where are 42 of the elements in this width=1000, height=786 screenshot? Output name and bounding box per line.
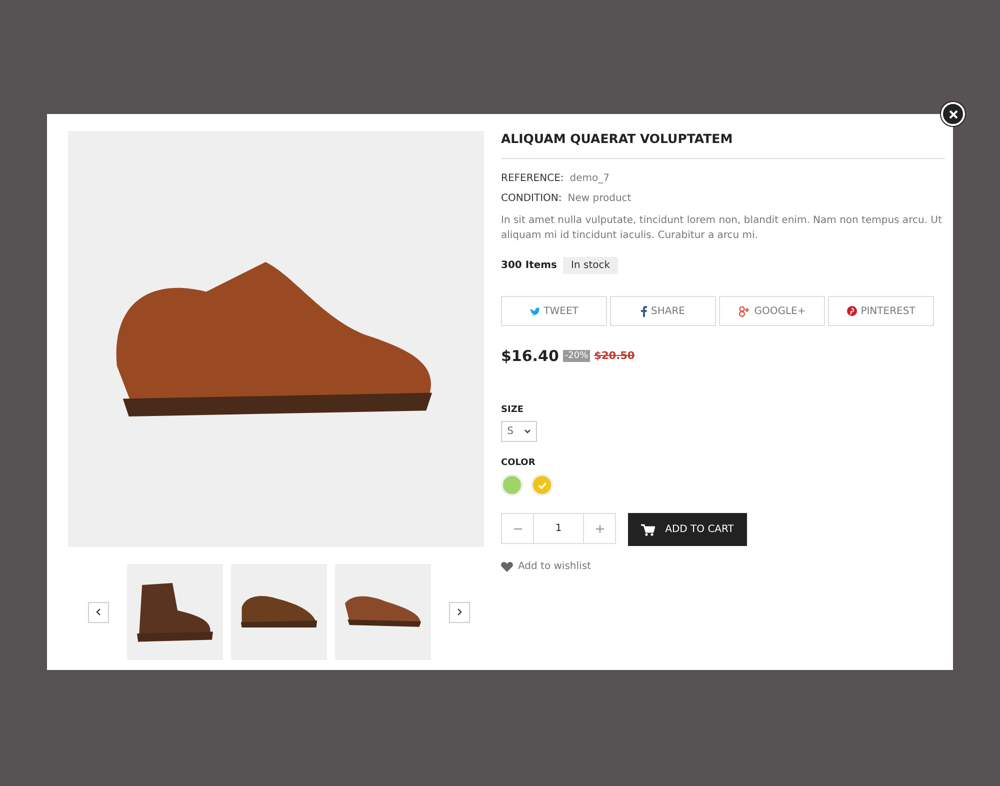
old-price: $20.50: [594, 350, 635, 362]
thumbnail-photo[interactable]: [231, 564, 327, 660]
size-select[interactable]: S: [501, 421, 537, 442]
detail-value: New product: [568, 193, 632, 204]
share-button[interactable]: GOOGLE+: [719, 296, 825, 326]
color-label: COLOR: [501, 458, 536, 468]
close-button[interactable]: [941, 102, 965, 126]
quantity-available: 300 Items: [501, 260, 558, 271]
plus-icon: [596, 524, 604, 532]
share-button[interactable]: PINTEREST: [828, 296, 934, 326]
facebook-icon: [641, 306, 647, 316]
check-icon: [538, 482, 546, 488]
quantity-input[interactable]: 1: [534, 513, 583, 544]
price: $16.40: [501, 347, 559, 365]
next-button[interactable]: [449, 602, 470, 622]
size-label: SIZE: [501, 405, 525, 415]
product-description: In sit amet nulla vulputate, tincidunt lorem non, blandit enim. Nam non tempus arcu. Ut aliquam mi id tincidunt iaculis. Curabitur a arcu mi.: [501, 214, 943, 243]
add-to-cart-button[interactable]: ADD TO CART: [628, 513, 747, 546]
thumbnail-photo[interactable]: [127, 564, 223, 660]
heart-icon: [501, 562, 513, 572]
wishlist-link[interactable]: Add to wishlist: [501, 561, 591, 572]
detail-value: demo_7: [570, 173, 610, 184]
availability-label: In stock: [563, 257, 618, 274]
color-swatch[interactable]: [501, 474, 523, 496]
pinterest-icon: [846, 306, 857, 316]
cart-icon: [641, 524, 656, 536]
chevron-left-icon: [96, 608, 101, 616]
product-title: ALIQUAM QUAERAT VOLUPTATEM: [501, 131, 945, 159]
chevron-down-icon: [524, 429, 531, 434]
previous-button[interactable]: [88, 602, 109, 622]
detail-label: CONDITION:: [501, 193, 562, 204]
bird-icon: [530, 306, 540, 316]
close-icon: [948, 110, 958, 118]
discount-label: -20%: [562, 350, 590, 362]
chevron-right-icon: [457, 608, 462, 616]
share-button[interactable]: SHARE: [610, 296, 716, 326]
minus-icon: [514, 528, 522, 530]
color-swatch[interactable]: [531, 474, 553, 496]
detail-label: REFERENCE:: [501, 173, 564, 184]
google-plus-icon: [738, 306, 750, 316]
thumbnail-photo[interactable]: [335, 564, 431, 660]
share-button[interactable]: TWEET: [501, 296, 607, 326]
